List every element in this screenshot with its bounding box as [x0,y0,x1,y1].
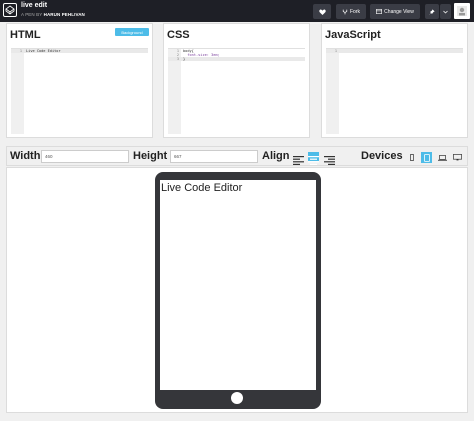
fork-button[interactable]: Fork [336,4,366,19]
line-gutter [11,49,24,134]
line-number: 1 [19,49,22,53]
pen-title: live edit [21,2,48,9]
chevron-down-icon [443,10,448,14]
align-left-icon[interactable] [293,152,304,165]
code-line: 3 } [168,57,305,61]
preview-toolbar: Width Height Align Devices [6,146,468,166]
phone-device-icon[interactable] [406,152,417,163]
home-button-icon [231,392,243,404]
avatar-icon [457,6,467,16]
user-avatar[interactable] [454,3,470,19]
line-gutter [326,49,339,134]
author-name[interactable]: HARUN PEHLIVAN [44,12,85,17]
css-panel: CSS 1 body{ 2 font-size: 3em; 3 } [163,23,310,138]
pin-button[interactable] [425,4,439,19]
css-code-editor[interactable]: 1 body{ 2 font-size: 3em; 3 } [168,48,305,134]
preview-area: Live Code Editor [6,167,468,413]
line-number: 1 [334,49,337,53]
change-view-label: Change View [384,8,414,15]
line-gutter [168,49,181,134]
tablet-device-icon[interactable] [421,152,432,163]
align-center-icon[interactable] [308,152,319,165]
code-line: 1 [326,49,463,53]
laptop-device-icon[interactable] [437,152,448,163]
width-input[interactable] [41,150,129,163]
desktop-device-icon[interactable] [452,152,463,163]
height-input[interactable] [170,150,258,163]
width-label: Width [10,150,41,162]
top-bar: live edit A PEN BY HARUN PEHLIVAN Fork C… [0,0,474,22]
heart-button[interactable] [313,4,331,19]
tablet-screen: Live Code Editor [160,180,316,390]
html-code-editor[interactable]: 1 Live Code Editor [11,48,148,134]
tablet-frame: Live Code Editor [155,172,321,409]
fork-icon [342,9,348,14]
pin-icon [429,8,435,15]
byline-prefix: A PEN BY [21,12,43,17]
devices-label: Devices [361,150,403,162]
align-right-icon[interactable] [324,152,335,165]
code-line: 1 Live Code Editor [11,49,148,53]
codepen-logo-icon[interactable] [3,3,17,17]
background-button[interactable]: Background [115,28,149,36]
html-panel-title: HTML [10,29,41,41]
css-panel-title: CSS [167,29,190,41]
line-text: } [183,57,186,61]
html-panel: HTML 1 Live Code Editor [6,23,153,138]
js-panel: JavaScript 1 [321,23,468,138]
line-text: Live Code Editor [26,49,61,53]
height-label: Height [133,150,168,162]
js-panel-title: JavaScript [325,29,381,41]
heart-icon [318,9,326,15]
fork-label: Fork [350,8,360,15]
align-label: Align [262,150,290,162]
change-view-button[interactable]: Change View [370,4,420,19]
line-number: 3 [176,57,179,61]
layout-icon [376,9,383,14]
preview-text: Live Code Editor [161,182,243,194]
pen-byline: A PEN BY HARUN PEHLIVAN [21,12,85,17]
more-dropdown-button[interactable] [440,4,451,19]
js-code-editor[interactable]: 1 [326,48,463,134]
